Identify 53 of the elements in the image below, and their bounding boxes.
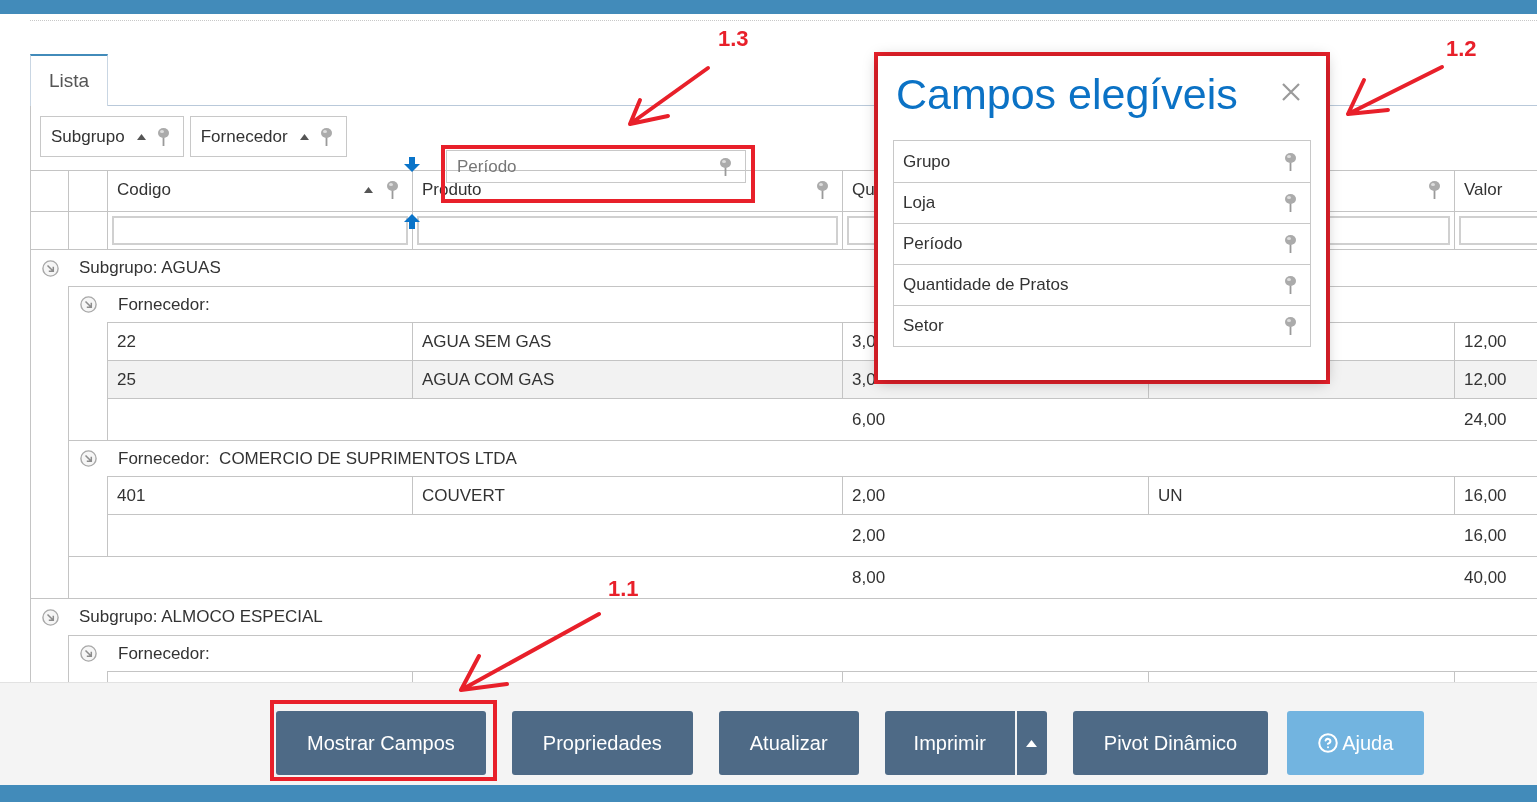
filter-input[interactable] [417, 216, 838, 245]
pin-icon [1429, 181, 1440, 199]
close-icon[interactable] [1282, 83, 1300, 101]
field-list-item[interactable]: Grupo [894, 141, 1310, 182]
group-label: Fornecedor: COMERCIO DE SUPRIMENTOS LTDA [117, 447, 517, 470]
dropdown-button[interactable] [1016, 711, 1047, 775]
field-list-item[interactable]: Setor [894, 305, 1310, 346]
group-label: Fornecedor: [117, 293, 210, 316]
pin-icon [1285, 276, 1296, 294]
footer-button[interactable]: Mostrar Campos [276, 711, 486, 775]
dragged-field[interactable]: Período [446, 150, 746, 183]
footer-button[interactable]: Atualizar [718, 711, 859, 775]
subtotal-value: 6,00 [852, 409, 886, 429]
pin-icon [817, 181, 828, 199]
pin-icon [1285, 235, 1296, 253]
column-header[interactable]: Codigo [108, 171, 413, 211]
footer-button[interactable]: Imprimir [884, 711, 1015, 775]
subtotal-value: 24,00 [1464, 409, 1507, 429]
subtotal-value: 40,00 [1464, 567, 1507, 587]
annotation-label: 1.3 [718, 26, 749, 52]
tab[interactable]: Lista [30, 54, 108, 106]
column-header[interactable]: Valor [1455, 171, 1537, 211]
annotation-label: 1.2 [1446, 36, 1477, 62]
down-arrow-icon [404, 157, 420, 172]
caret-icon [1026, 739, 1038, 747]
footer-button[interactable]: Propriedades [511, 711, 693, 775]
pin-icon [720, 157, 731, 176]
subtotal-value: 8,00 [852, 567, 886, 587]
pin-icon [1285, 152, 1296, 171]
field-list-item[interactable]: Quantidade de Pratos [894, 264, 1310, 305]
pin-icon [387, 181, 398, 199]
footer-button[interactable]: Pivot Dinâmico [1072, 711, 1269, 775]
field-list-item[interactable]: Loja [894, 182, 1310, 223]
subtotal-value: 16,00 [1464, 525, 1507, 545]
pin-icon [157, 127, 169, 146]
pin-icon [1285, 317, 1296, 335]
column-title: Valor [1464, 180, 1503, 200]
group-field[interactable]: Fornecedor [189, 116, 347, 157]
up-arrow-icon [404, 214, 420, 229]
annotation-label: 1.1 [608, 576, 639, 602]
field-list-item[interactable]: Período [894, 223, 1310, 264]
pin-icon [1285, 194, 1296, 212]
column-title: Codigo [117, 180, 171, 200]
dialog-title: Campos elegíveis [896, 69, 1238, 120]
group-field[interactable]: Subgrupo [40, 116, 184, 157]
group-label: Fornecedor: [117, 642, 210, 665]
pin-icon [320, 127, 332, 146]
subtotal-value: 2,00 [852, 525, 886, 545]
column-title: Qu [852, 180, 875, 200]
group-label: Subgrupo: AGUAS [78, 257, 221, 280]
filter-input[interactable] [112, 216, 408, 245]
help-icon [1318, 733, 1339, 753]
group-label: Subgrupo: ALMOCO ESPECIAL [78, 606, 323, 629]
